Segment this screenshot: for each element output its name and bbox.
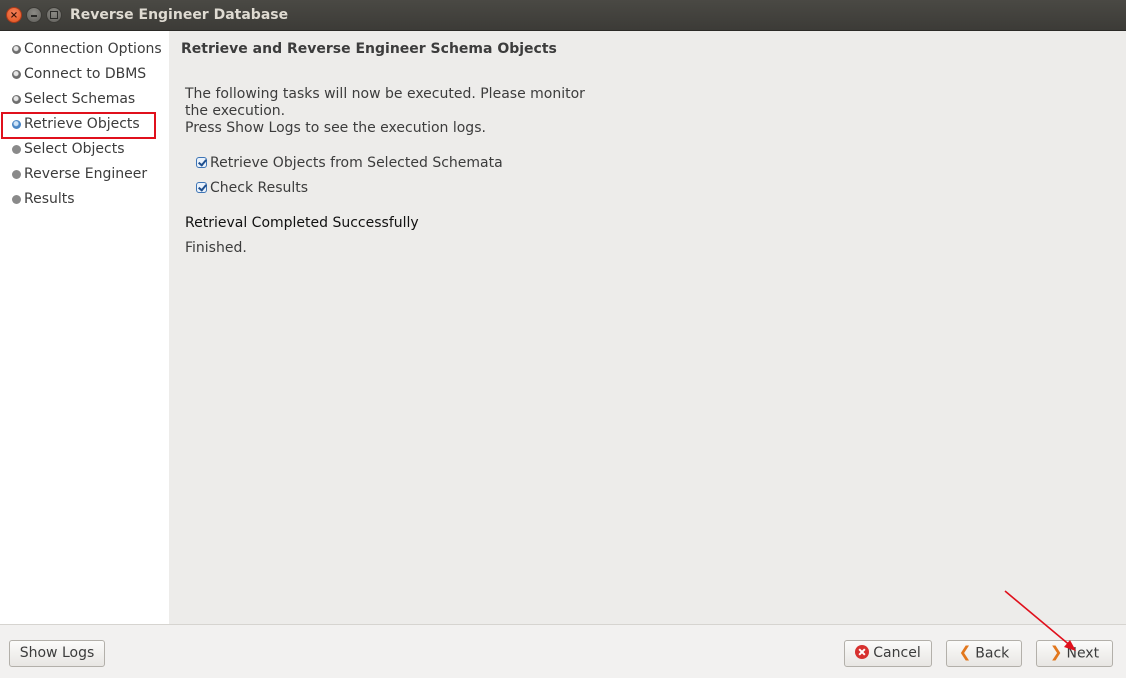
description-line: The following tasks will now be executed… [185,86,585,102]
checkmark-icon [196,157,207,168]
back-button[interactable]: ❮ Back [946,640,1022,667]
cancel-icon [855,645,870,659]
title-bar: × Reverse Engineer Database [0,0,1126,31]
reverse-engineer-window: × Reverse Engineer Database Connection O… [0,0,1126,678]
task-description: The following tasks will now be executed… [185,86,585,137]
button-bar: Show Logs Cancel ❮ Back ❯ Next [0,624,1126,678]
step-done-icon [12,95,21,104]
description-line: Press Show Logs to see the execution log… [185,120,486,136]
step-label: Connect to DBMS [24,66,147,82]
current-step-highlight [1,112,156,139]
task-label: Retrieve Objects from Selected Schemata [210,155,503,171]
step-label: Connection Options [24,41,162,57]
chevron-left-icon: ❮ [958,643,972,661]
step-label: Reverse Engineer [24,166,148,182]
maximize-icon[interactable] [46,7,62,23]
chevron-right-icon: ❯ [1049,643,1063,661]
step-pending-icon [12,170,21,179]
step-done-icon [12,45,21,54]
close-icon[interactable]: × [6,7,22,23]
step-pending-icon [12,145,21,154]
show-logs-button[interactable]: Show Logs [9,640,105,667]
step-label: Select Schemas [24,91,136,107]
next-label: Next [1066,645,1100,662]
step-done-icon [12,70,21,79]
description-line: the execution. [185,103,286,119]
show-logs-label: Show Logs [19,645,95,661]
step-label: Select Objects [24,141,125,157]
task-label: Check Results [210,180,309,196]
cancel-label: Cancel [873,645,921,661]
window-title: Reverse Engineer Database [70,7,289,23]
cancel-button[interactable]: Cancel [844,640,932,667]
step-label: Results [24,191,75,207]
main-panel: Retrieve and Reverse Engineer Schema Obj… [169,31,1126,624]
status-title: Retrieval Completed Successfully [185,215,419,231]
step-pending-icon [12,195,21,204]
next-button[interactable]: ❯ Next [1036,640,1113,667]
back-label: Back [975,645,1010,662]
checkmark-icon [196,182,207,193]
page-title: Retrieve and Reverse Engineer Schema Obj… [181,41,557,57]
minimize-icon[interactable] [26,7,42,23]
status-detail: Finished. [185,240,247,256]
